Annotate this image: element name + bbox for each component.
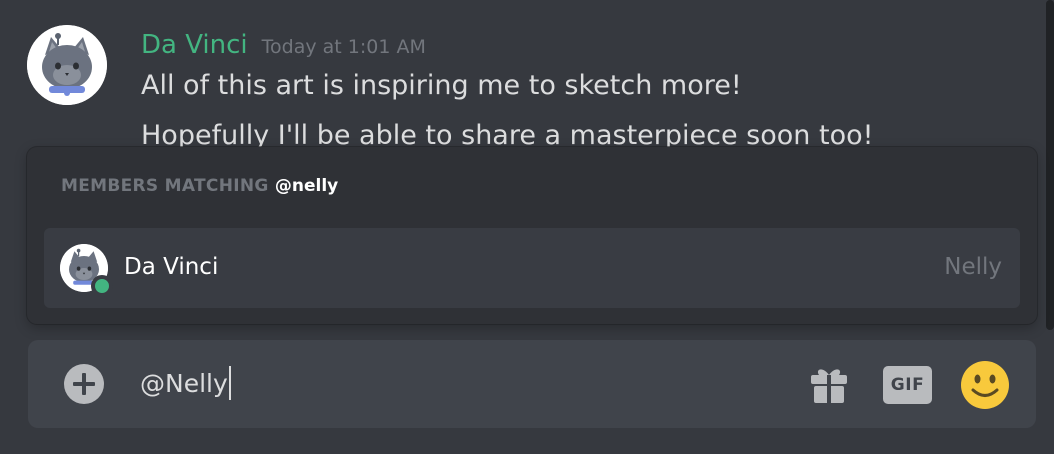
chat-message: Da Vinci Today at 1:01 AM All of this ar… xyxy=(0,0,1040,151)
scrollbar[interactable] xyxy=(1046,0,1054,330)
autocomplete-header-label: MEMBERS MATCHING xyxy=(61,176,269,196)
text-caret xyxy=(228,366,231,400)
online-status-indicator xyxy=(91,275,113,297)
autocomplete-header: MEMBERS MATCHING @nelly xyxy=(61,176,338,196)
message-input-value: @Nelly xyxy=(140,368,228,398)
autocomplete-query: @nelly xyxy=(274,176,339,196)
member-name: Da Vinci xyxy=(124,254,219,280)
chat-viewport: Da Vinci Today at 1:01 AM All of this ar… xyxy=(0,0,1054,454)
message-composer: @Nelly GIF xyxy=(28,340,1036,428)
cat-avatar-icon xyxy=(27,25,107,105)
message-timestamp: Today at 1:01 AM xyxy=(261,36,426,58)
member-nickname: Nelly xyxy=(944,254,1002,280)
smiley-emoji-icon[interactable] xyxy=(959,359,1011,411)
message-input[interactable]: @Nelly xyxy=(140,366,231,400)
message-header: Da Vinci Today at 1:01 AM xyxy=(141,30,426,60)
message-text: All of this art is inspiring me to sketc… xyxy=(141,70,742,101)
avatar[interactable] xyxy=(27,25,107,105)
mention-autocomplete: MEMBERS MATCHING @nelly Da Vinci Nelly xyxy=(27,147,1037,324)
gift-icon[interactable] xyxy=(806,362,852,408)
autocomplete-member-row[interactable]: Da Vinci Nelly xyxy=(44,228,1020,308)
message-author[interactable]: Da Vinci xyxy=(141,30,248,60)
attach-plus-icon[interactable] xyxy=(64,364,104,404)
gif-button[interactable]: GIF xyxy=(883,366,932,404)
